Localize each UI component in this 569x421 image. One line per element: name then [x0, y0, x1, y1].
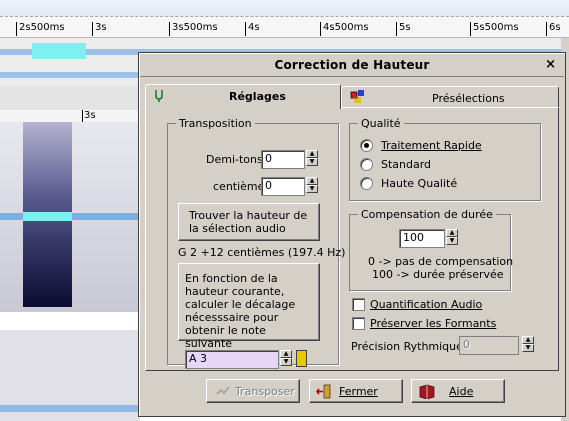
ruler-tick-label: 5s [399, 22, 411, 33]
tab-label: Réglages [229, 90, 286, 103]
help-book-icon [419, 384, 435, 399]
quality-standard-label[interactable]: Standard [381, 158, 431, 171]
detected-pitch: G 2 +12 centièmes (197.4 Hz) [178, 246, 346, 259]
ruler-marker-strip [0, 0, 569, 17]
transposition-legend: Transposition [176, 117, 255, 130]
selection-region[interactable] [32, 43, 86, 59]
duration-legend: Compensation de durée [358, 208, 496, 221]
tab-presets[interactable]: Présélections [341, 86, 559, 109]
ruler-tick-line [396, 22, 397, 36]
ruler-tick-line [470, 22, 471, 36]
ruler-tick-line [546, 22, 547, 36]
exit-door-icon [316, 384, 331, 399]
time-ruler[interactable]: 2s500ms 3s 3s500ms 4s 4s500ms 5s 5s500ms… [0, 0, 569, 38]
semitones-value: 0 [265, 152, 272, 165]
duration-input[interactable]: 100 [399, 229, 445, 248]
ruler-tick-line [169, 22, 170, 36]
rhythmic-precision-input[interactable]: 0 [459, 336, 519, 355]
spin-up-icon[interactable]: ▲ [280, 350, 292, 358]
duration-value: 100 [403, 231, 424, 244]
spin-down-icon[interactable]: ▼ [306, 185, 318, 193]
audio-quantize-label[interactable]: Quantification Audio [370, 298, 482, 311]
tab-bar: Réglages Présélections [145, 84, 559, 109]
rhythmic-precision-label: Précision Rythmique [351, 340, 463, 353]
target-note-stepper[interactable]: ▲ ▼ [280, 350, 293, 367]
spin-up-icon[interactable]: ▲ [522, 336, 534, 344]
ruler-tick-line [92, 22, 93, 36]
transposition-group: Transposition Demi-tons 0 ▲ ▼ centièmes 0… [167, 117, 345, 369]
dialog-title: Correction de Hauteur [274, 58, 430, 72]
target-note-input[interactable]: A 3 [185, 350, 279, 369]
quality-fast-label[interactable]: Traitement Rapide [381, 139, 482, 152]
calculate-interval-button[interactable]: En fonction de la hauteur courante, calc… [178, 263, 320, 350]
settings-panel: Transposition Demi-tons 0 ▲ ▼ centièmes 0… [145, 107, 559, 371]
find-pitch-button[interactable]: Trouver la hauteur de la sélection audio [178, 203, 320, 241]
selection-region[interactable] [23, 212, 72, 221]
tab-settings[interactable]: Réglages [145, 84, 341, 109]
semitones-input[interactable]: 0 [261, 150, 305, 169]
duration-compensation-group: Compensation de durée 100 ▲ ▼ 0 -> pas de… [349, 208, 514, 291]
preserve-formants-label[interactable]: Préserver les Formants [370, 317, 496, 330]
quality-high-label[interactable]: Haute Qualité [381, 177, 457, 190]
ruler-tick-line [320, 22, 321, 36]
preserve-formants-checkbox[interactable] [352, 317, 365, 330]
help-button[interactable]: Aide [411, 379, 505, 403]
cents-value: 0 [265, 179, 272, 192]
close-button[interactable]: Fermer [309, 379, 403, 403]
audio-quantize-checkbox[interactable] [352, 298, 365, 311]
ruler-tick-line [245, 22, 246, 36]
cents-input[interactable]: 0 [261, 177, 305, 196]
quality-legend: Qualité [358, 117, 404, 130]
spin-up-icon[interactable]: ▲ [306, 177, 318, 185]
quality-fast-radio[interactable] [360, 139, 373, 152]
ruler-tick-label: 6s [549, 22, 561, 33]
tuning-fork-icon [155, 90, 163, 102]
quality-standard-radio[interactable] [360, 158, 373, 171]
transpose-button[interactable]: Transposer [206, 379, 300, 403]
duration-hint: 0 -> pas de compensation [368, 255, 514, 268]
transpose-icon [216, 386, 230, 395]
semitones-label: Demi-tons [206, 153, 263, 166]
ruler-tick-label: 4s [248, 22, 260, 33]
target-note-value: A 3 [189, 352, 208, 365]
semitones-stepper[interactable]: ▲ ▼ [306, 150, 319, 167]
rhythmic-precision-value: 0 [463, 338, 470, 351]
ruler-tick-label: 3s [95, 22, 107, 33]
spin-down-icon[interactable]: ▼ [522, 344, 534, 352]
dialog-titlebar[interactable]: Correction de Hauteur × [140, 54, 564, 77]
duration-hint: 100 -> durée préservée [372, 268, 504, 281]
tab-label: Présélections [432, 92, 505, 105]
ruler-tick-label: 3s500ms [172, 22, 218, 33]
ruler-tick-label: 2s500ms [19, 22, 65, 33]
ruler-tick-label: 4s500ms [323, 22, 369, 33]
spin-down-icon[interactable]: ▼ [446, 237, 458, 245]
keyboard-icon[interactable] [296, 350, 307, 367]
quality-group: Qualité Traitement Rapide Standard Haute… [349, 117, 541, 201]
spin-up-icon[interactable]: ▲ [306, 150, 318, 158]
presets-icon [350, 90, 364, 103]
rhythmic-precision-stepper[interactable]: ▲ ▼ [522, 336, 535, 353]
duration-stepper[interactable]: ▲ ▼ [446, 229, 459, 246]
spin-down-icon[interactable]: ▼ [280, 358, 292, 366]
ruler-tick-label: 5s500ms [473, 22, 519, 33]
spin-up-icon[interactable]: ▲ [446, 229, 458, 237]
ruler-tick-label: 3s [84, 110, 96, 121]
ruler-tick-line [16, 22, 17, 36]
close-icon[interactable]: × [545, 57, 556, 72]
spin-down-icon[interactable]: ▼ [306, 158, 318, 166]
pitch-correction-dialog: Correction de Hauteur × Réglages Préséle… [138, 52, 566, 417]
quality-high-radio[interactable] [360, 177, 373, 190]
close-button-label: Fermer [339, 385, 378, 398]
help-button-label: Aide [449, 385, 474, 398]
cents-stepper[interactable]: ▲ ▼ [306, 177, 319, 194]
